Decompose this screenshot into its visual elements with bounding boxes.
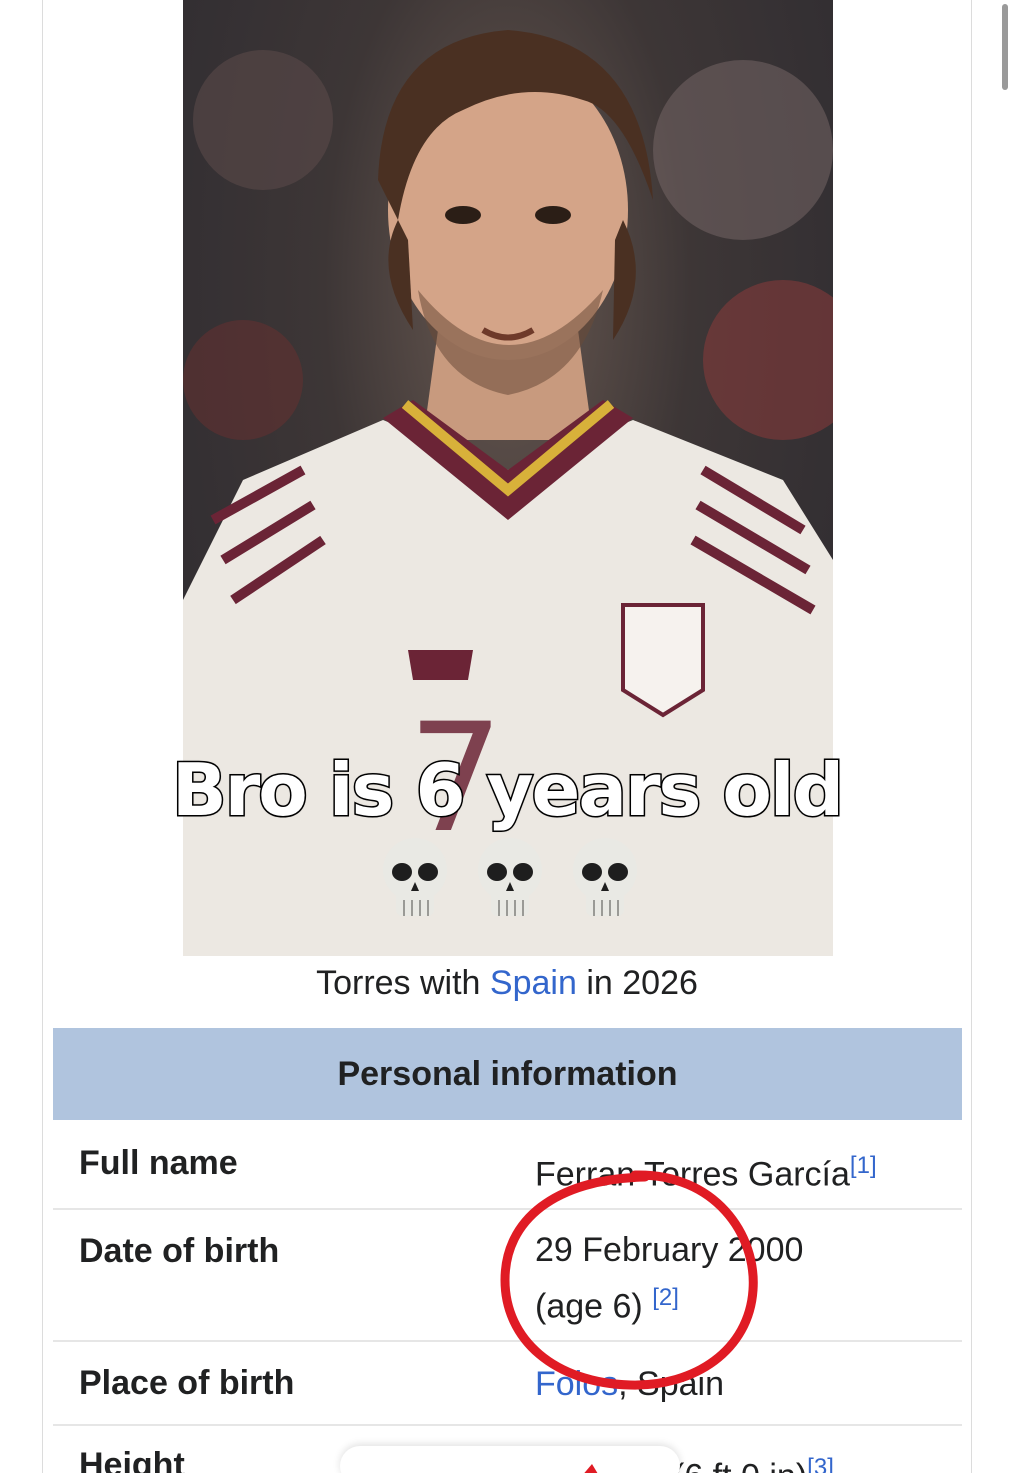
- age-value: (age 6): [535, 1287, 643, 1326]
- scrollbar[interactable]: [1002, 4, 1008, 90]
- row-value: (6 ft 0 in)[3]: [673, 1444, 834, 1473]
- image-caption: Torres with Spain in 2026: [0, 964, 1014, 1003]
- row-label: Place of birth: [79, 1364, 295, 1402]
- infobox-row-date-of-birth: Date of birth 29 February 2000 (age 6) […: [53, 1210, 962, 1342]
- skull-icon: [573, 838, 637, 916]
- infobox-section-header: Personal information: [53, 1028, 962, 1120]
- bottom-toolbar[interactable]: [340, 1446, 680, 1473]
- row-label: Height: [79, 1446, 185, 1473]
- foios-link[interactable]: Foios: [535, 1365, 618, 1403]
- infobox-row-full-name: Full name Ferran Torres García[1]: [53, 1122, 962, 1210]
- place-rest: , Spain: [618, 1365, 724, 1403]
- reference-link[interactable]: [2]: [652, 1284, 679, 1311]
- caption-suffix: in 2026: [576, 964, 698, 1002]
- full-name-value: Ferran Torres García: [535, 1155, 850, 1194]
- row-value: Foios, Spain: [535, 1360, 724, 1408]
- meme-headline: Bro is 6 years old: [170, 747, 845, 834]
- height-value: (6 ft 0 in): [673, 1457, 807, 1473]
- skull-emoji-row: [380, 836, 640, 926]
- caption-prefix: Torres with: [316, 964, 490, 1002]
- skull-icon: [478, 838, 542, 916]
- row-label: Full name: [79, 1144, 238, 1182]
- row-value: Ferran Torres García[1]: [535, 1142, 877, 1198]
- skull-icon: [383, 838, 447, 916]
- row-value: 29 February 2000 (age 6) [2]: [535, 1226, 803, 1330]
- arrow-icon: [584, 1464, 598, 1473]
- infobox-row-place-of-birth: Place of birth Foios, Spain: [53, 1342, 962, 1426]
- row-label: Date of birth: [79, 1232, 280, 1270]
- spain-link[interactable]: Spain: [490, 964, 577, 1002]
- reference-link[interactable]: [3]: [807, 1454, 834, 1473]
- reference-link[interactable]: [1]: [850, 1152, 877, 1179]
- date-of-birth-value: 29 February 2000: [535, 1231, 804, 1269]
